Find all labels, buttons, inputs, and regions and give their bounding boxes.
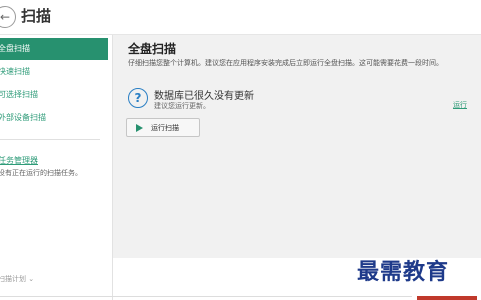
question-icon: ? (128, 88, 148, 108)
sidebar-item-label: 全盘扫描 (0, 44, 30, 53)
play-icon (136, 123, 143, 132)
sidebar: 全盘扫描 快速扫描 可选择扫描 外部设备扫描 任务管理器 没有正在运行的扫描任务… (0, 35, 113, 300)
run-scan-button[interactable]: 运行扫描 (126, 118, 200, 137)
task-status-text: 没有正在运行的扫描任务。 (0, 169, 82, 177)
sidebar-item-label: 外部设备扫描 (0, 113, 46, 122)
notice-title: 数据库已很久没有更新 (154, 91, 254, 102)
run-scan-label: 运行扫描 (151, 123, 179, 132)
run-update-link[interactable]: 运行 (453, 100, 467, 110)
sidebar-item-quick-scan[interactable]: 快速扫描 (0, 61, 108, 83)
main-panel: 全盘扫描 仔细扫描您整个计算机。建议您在应用程序安装完成后立即运行全盘扫描。这可… (113, 35, 481, 258)
notice-subtitle: 建议您运行更新。 (154, 102, 210, 110)
task-manager-link[interactable]: 任务管理器 (0, 155, 38, 166)
page-title: 扫描 (21, 7, 52, 25)
sidebar-divider (0, 139, 100, 140)
watermark-logo: 最需教育 (357, 259, 450, 285)
main-description: 仔细扫描您整个计算机。建议您在应用程序安装完成后立即运行全盘扫描。这可能需要花费… (128, 59, 443, 67)
sidebar-item-full-scan[interactable]: 全盘扫描 (0, 38, 108, 60)
main-title: 全盘扫描 (128, 42, 177, 56)
header: ← 扫描 (0, 0, 481, 35)
action-button-edge[interactable] (417, 296, 477, 300)
scan-schedule-link[interactable]: 扫描计划 ⌄ (0, 274, 34, 284)
sidebar-item-label: 可选择扫描 (0, 90, 38, 99)
divider (0, 296, 412, 297)
sidebar-item-selective-scan[interactable]: 可选择扫描 (0, 84, 108, 106)
sidebar-item-external-device-scan[interactable]: 外部设备扫描 (0, 107, 108, 129)
back-arrow-icon[interactable]: ← (0, 6, 16, 28)
sidebar-item-label: 快速扫描 (0, 67, 30, 76)
